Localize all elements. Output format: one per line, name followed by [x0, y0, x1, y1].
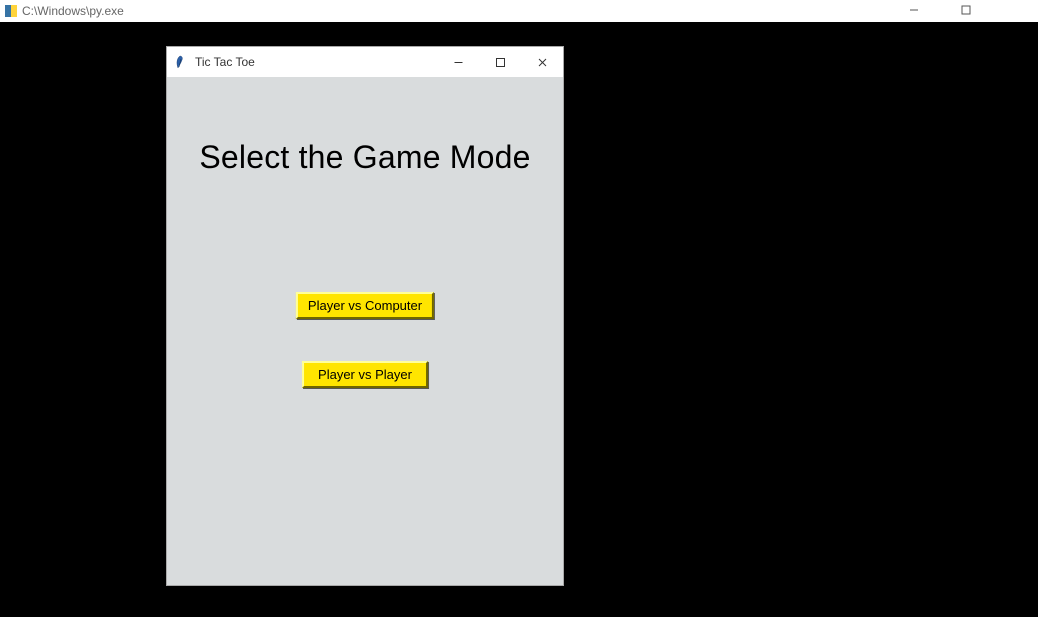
tkinter-maximize-button[interactable] [479, 47, 521, 77]
tkinter-feather-icon [173, 55, 187, 69]
outer-window-controls [900, 0, 1032, 22]
tkinter-window: Tic Tac Toe Select the Game Mode Player … [166, 46, 564, 586]
game-mode-heading: Select the Game Mode [167, 139, 563, 176]
tkinter-window-controls [437, 47, 563, 77]
tkinter-close-button[interactable] [521, 47, 563, 77]
tkinter-minimize-button[interactable] [437, 47, 479, 77]
player-vs-player-button[interactable]: Player vs Player [302, 361, 428, 388]
tkinter-window-title: Tic Tac Toe [195, 55, 255, 69]
player-vs-computer-button[interactable]: Player vs Computer [296, 292, 434, 319]
tkinter-client-area: Select the Game Mode Player vs Computer … [167, 77, 563, 585]
outer-window-titlebar: C:\Windows\py.exe [0, 0, 1038, 22]
python-launcher-icon [4, 4, 18, 18]
outer-maximize-button[interactable] [952, 4, 980, 19]
outer-minimize-button[interactable] [900, 4, 928, 19]
console-client-area: Tic Tac Toe Select the Game Mode Player … [0, 22, 1038, 617]
tkinter-titlebar[interactable]: Tic Tac Toe [167, 47, 563, 77]
outer-window-title: C:\Windows\py.exe [22, 4, 124, 18]
